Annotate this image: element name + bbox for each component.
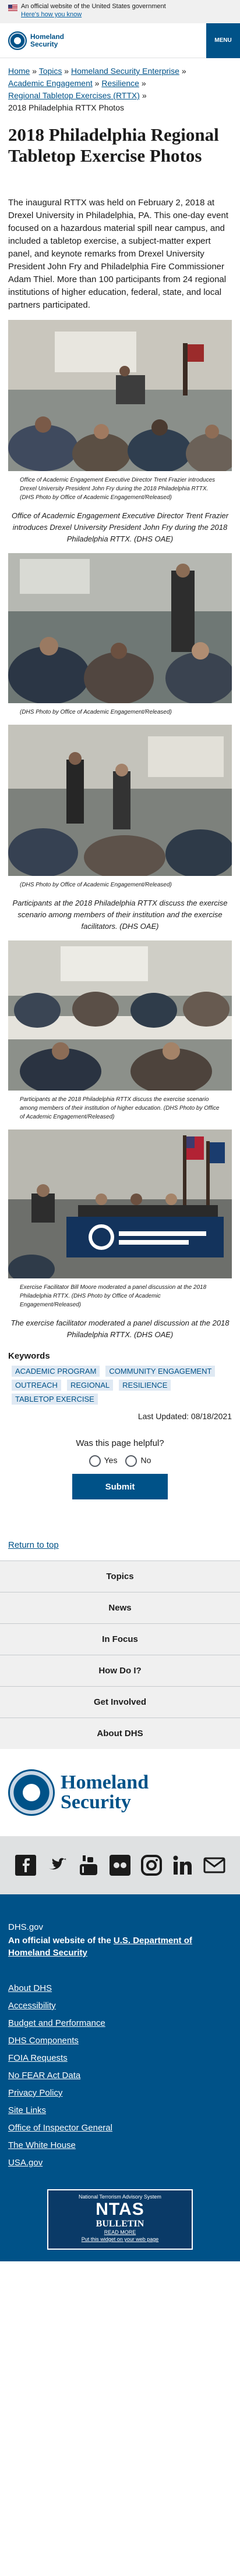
gov-banner-text: An official website of the United States…	[21, 3, 166, 10]
breadcrumb: Home » Topics » Homeland Security Enterp…	[8, 66, 186, 112]
breadcrumb-topics[interactable]: Topics	[39, 66, 62, 76]
no-label: No	[140, 1455, 151, 1465]
breadcrumb-home[interactable]: Home	[8, 66, 30, 76]
footer-nav-in-focus[interactable]: In Focus	[0, 1623, 240, 1655]
site-footer: DHS.gov An official website of the U.S. …	[0, 1894, 240, 2261]
keywords-label: Keywords	[8, 1351, 50, 1361]
intro-paragraph: The inaugural RTTX was held on February …	[8, 198, 228, 310]
ntas-bulletin: BULLETIN	[96, 2219, 144, 2229]
site-header: Homeland Security MENU	[0, 23, 240, 58]
footer-logo[interactable]: Homeland Security	[0, 1749, 240, 1836]
keyword-tags: ACADEMIC PROGRAM COMMUNITY ENGAGEMENT OU…	[0, 1361, 240, 1405]
photo-5-description: The exercise facilitator moderated a pan…	[10, 1319, 230, 1339]
ntas-title: NTAS	[96, 2200, 144, 2219]
footer-logo-line2: Security	[61, 1791, 131, 1813]
social-links	[0, 1836, 240, 1894]
facebook-icon[interactable]	[14, 1854, 37, 1877]
photo-1-description: Office of Academic Engagement Executive …	[11, 511, 229, 543]
footer-nav-get-involved[interactable]: Get Involved	[0, 1686, 240, 1718]
photo-1-caption: Office of Academic Engagement Executive …	[20, 477, 216, 501]
gov-banner: An official website of the United States…	[0, 0, 240, 23]
logo-line2: Security	[30, 40, 58, 48]
tag-outreach[interactable]: OUTREACH	[12, 1380, 61, 1391]
footer-link-budget[interactable]: Budget and Performance	[8, 2018, 105, 2028]
page-title: 2018 Philadelphia Regional Tabletop Exer…	[8, 124, 219, 166]
footer-link-usa-gov[interactable]: USA.gov	[8, 2158, 43, 2168]
breadcrumb-resilience[interactable]: Resilience	[101, 79, 139, 88]
submit-button[interactable]: Submit	[72, 1474, 168, 1499]
tag-resilience[interactable]: RESILIENCE	[119, 1380, 171, 1391]
heres-how-link[interactable]: Here's how you know	[21, 11, 166, 18]
email-icon[interactable]	[203, 1854, 226, 1877]
menu-button[interactable]: MENU	[206, 23, 240, 58]
youtube-icon[interactable]	[77, 1854, 100, 1877]
feedback-yes[interactable]: Yes	[89, 1455, 118, 1467]
photo-participants-1[interactable]	[8, 553, 232, 703]
breadcrumb-academic[interactable]: Academic Engagement	[8, 79, 93, 88]
footer-link-white-house[interactable]: The White House	[8, 2140, 76, 2150]
footer-links: About DHS Accessibility Budget and Perfo…	[8, 1980, 232, 2172]
footer-nav-how-do-i[interactable]: How Do I?	[0, 1655, 240, 1686]
tag-regional[interactable]: REGIONAL	[66, 1380, 114, 1391]
yes-radio[interactable]	[89, 1455, 101, 1467]
footer-link-accessibility[interactable]: Accessibility	[8, 2001, 56, 2011]
photo-3-caption: (DHS Photo by Office of Academic Engagem…	[20, 882, 172, 888]
footer-link-about[interactable]: About DHS	[8, 1983, 52, 1993]
footer-official-prefix: An official website of the	[8, 1936, 114, 1946]
feedback-question: Was this page helpful?	[76, 1438, 164, 1448]
photo-participants-2[interactable]	[8, 725, 232, 876]
breadcrumb-current: 2018 Philadelphia RTTX Photos	[8, 103, 124, 112]
ntas-bulletin-widget[interactable]: National Terrorism Advisory System NTAS …	[47, 2189, 193, 2250]
footer-nav-about-dhs[interactable]: About DHS	[0, 1718, 240, 1749]
ntas-widget-link[interactable]: Put this widget on your web page	[48, 2236, 192, 2242]
footer-nav-news[interactable]: News	[0, 1592, 240, 1623]
footer-link-no-fear[interactable]: No FEAR Act Data	[8, 2071, 80, 2080]
dhs-logo[interactable]: Homeland Security	[8, 31, 64, 50]
footer-official: An official website of the U.S. Departme…	[8, 1934, 232, 1959]
footer-site-name: DHS.gov	[8, 1922, 44, 1932]
tag-tabletop-exercise[interactable]: TABLETOP EXERCISE	[12, 1394, 98, 1405]
tag-community-engagement[interactable]: COMMUNITY ENGAGEMENT	[105, 1366, 216, 1377]
breadcrumb-hse[interactable]: Homeland Security Enterprise	[71, 66, 179, 76]
linkedin-icon[interactable]	[171, 1854, 195, 1877]
yes-label: Yes	[104, 1455, 118, 1465]
last-updated: Last Updated: 08/18/2021	[137, 1412, 232, 1421]
footer-link-components[interactable]: DHS Components	[8, 2036, 79, 2046]
photo-panel-discussion[interactable]	[8, 1130, 232, 1278]
photo-5-caption: Exercise Facilitator Bill Moore moderate…	[20, 1284, 207, 1308]
footer-link-oig[interactable]: Office of Inspector General	[8, 2123, 112, 2133]
photo-2-caption: (DHS Photo by Office of Academic Engagem…	[20, 709, 172, 715]
footer-link-privacy[interactable]: Privacy Policy	[8, 2088, 62, 2098]
no-radio[interactable]	[125, 1455, 137, 1467]
dhs-seal-icon	[8, 31, 27, 50]
footer-nav: Topics News In Focus How Do I? Get Invol…	[0, 1560, 240, 1749]
return-to-top-link[interactable]: Return to top	[8, 1540, 59, 1550]
feedback-form: Was this page helpful? Yes No Submit	[0, 1438, 240, 1499]
logo-line1: Homeland	[30, 32, 65, 41]
flickr-icon[interactable]	[108, 1854, 132, 1877]
photo-participants-3[interactable]	[8, 940, 232, 1091]
us-flag-icon	[8, 5, 17, 11]
tag-academic-program[interactable]: ACADEMIC PROGRAM	[12, 1366, 100, 1377]
footer-link-site-links[interactable]: Site Links	[8, 2105, 46, 2115]
photo-4-caption: Participants at the 2018 Philadelphia RT…	[20, 1096, 220, 1120]
return-to-top: Return to top	[0, 1499, 240, 1550]
footer-link-foia[interactable]: FOIA Requests	[8, 2053, 68, 2063]
twitter-icon[interactable]	[45, 1854, 69, 1877]
feedback-no[interactable]: No	[125, 1455, 151, 1467]
footer-nav-topics[interactable]: Topics	[0, 1560, 240, 1592]
instagram-icon[interactable]	[140, 1854, 163, 1877]
photo-frazier-introduces-fry[interactable]	[8, 320, 232, 471]
photo-3-description: Participants at the 2018 Philadelphia RT…	[12, 899, 228, 931]
ntas-read-more[interactable]: READ MORE	[48, 2229, 192, 2235]
dhs-seal-large-icon	[8, 1769, 55, 1816]
breadcrumb-rttx[interactable]: Regional Tabletop Exercises (RTTX)	[8, 91, 140, 100]
footer-logo-line1: Homeland	[61, 1772, 149, 1793]
